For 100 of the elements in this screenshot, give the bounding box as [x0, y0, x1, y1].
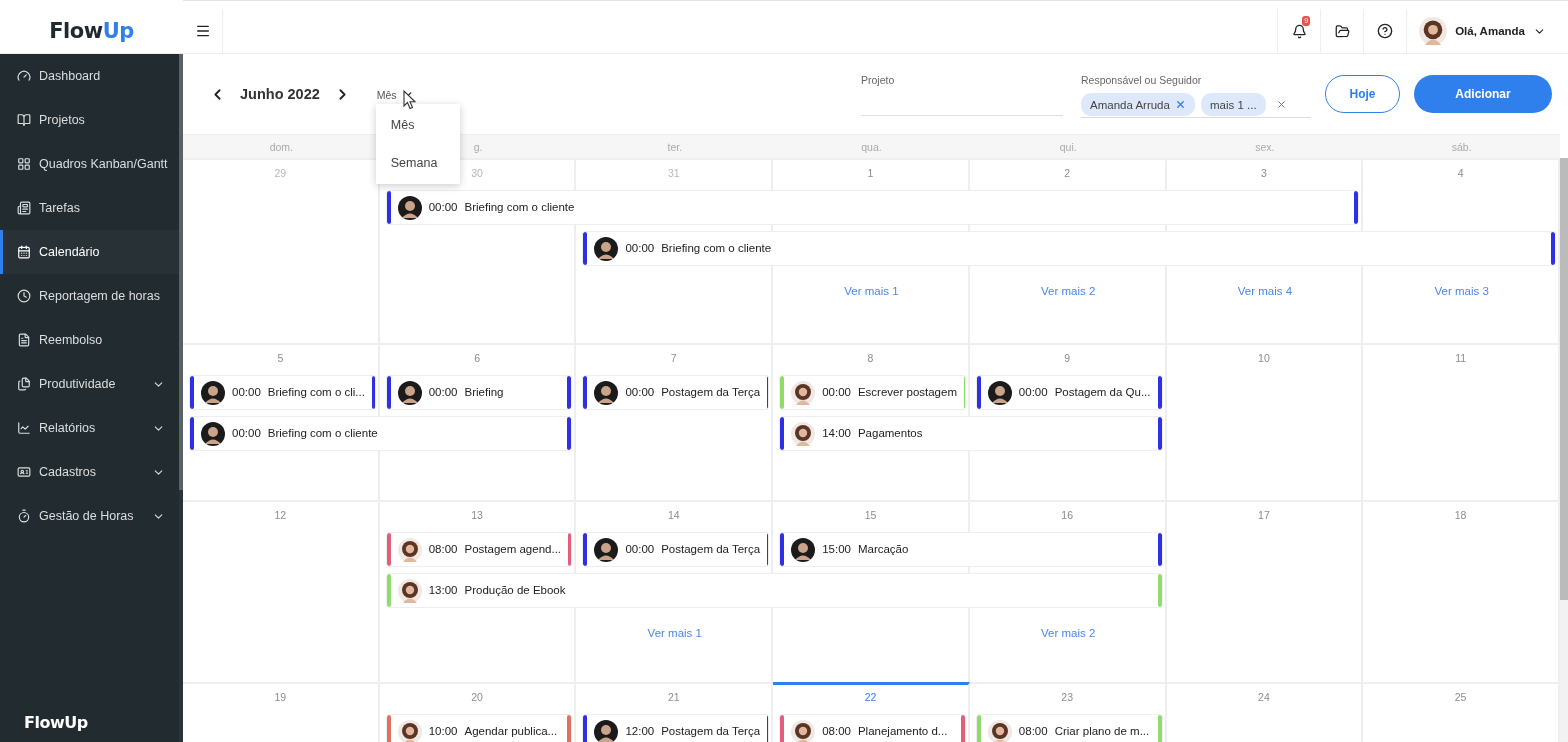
event-bar[interactable]: 00:00 Briefing com o cli... [189, 375, 376, 410]
event-time: 10:00 [428, 725, 458, 738]
day-number: 11 [1455, 352, 1467, 365]
nav-icon [17, 333, 31, 347]
nav-icon [17, 201, 31, 215]
day-number: 14 [667, 509, 680, 522]
event-bar[interactable]: 00:00 Briefing com o cliente [582, 231, 1556, 266]
sidebar-item[interactable]: Quadros Kanban/Gantt [0, 142, 179, 186]
color-strip [1354, 191, 1359, 224]
month-title: Junho 2022 [240, 86, 320, 102]
day-number: 29 [274, 167, 287, 180]
user-menu[interactable]: Olá, Amanda [1406, 8, 1568, 54]
sidebar-item[interactable]: Produtividade [0, 362, 179, 406]
day-number: 3 [1261, 167, 1267, 180]
day-cell[interactable]: 19 [183, 682, 380, 742]
day-number: 22 [864, 691, 877, 704]
nav-label: Cadastros [39, 465, 97, 479]
color-strip [1157, 417, 1162, 450]
nav-icon [17, 289, 31, 303]
logo: FlowUp [24, 713, 89, 732]
menu-icon[interactable] [194, 23, 211, 39]
nav-label: Gestão de Horas [39, 509, 135, 523]
filter-chip[interactable]: Amanda Arruda [1081, 93, 1195, 116]
event-bar[interactable]: 08:00 Postagem agend... [385, 532, 573, 567]
event-bar[interactable]: 00:00 Postagem da Qu... [975, 375, 1163, 410]
day-number: 15 [864, 509, 877, 522]
event-bar[interactable]: 12:00 Postagem da Terça [582, 714, 770, 742]
weekday-label: dom. [269, 140, 293, 153]
sidebar-item[interactable]: Reembolso [0, 318, 179, 362]
sidebar-item[interactable]: Relatórios [0, 406, 179, 450]
event-time: 00:00 [625, 543, 655, 556]
event-time: 00:00 [232, 427, 261, 440]
event-bar[interactable]: 00:00 Briefing com o cliente [189, 416, 573, 451]
event-bar[interactable]: 15:00 Marcação [779, 532, 1163, 567]
bell-icon[interactable] [1291, 23, 1307, 39]
nav-icon [17, 509, 31, 523]
see-more-link[interactable]: Ver mais 3 [1434, 285, 1489, 297]
event-bar[interactable]: 00:00 Escrever postagem [779, 375, 966, 410]
menu-item[interactable]: Mês [375, 106, 460, 144]
see-more-link[interactable]: Ver mais 1 [647, 627, 702, 639]
event-bar[interactable]: 00:00 Postagem da Terça [582, 375, 770, 410]
color-strip [567, 417, 572, 450]
day-cell[interactable]: 10 [1166, 343, 1364, 500]
nav-icon [17, 69, 31, 83]
event-title: Postagem agend... [464, 543, 562, 556]
field-label: Responsável ou Seguidor [1081, 74, 1203, 86]
event-time: 08:00 [822, 725, 851, 738]
nav-icon [17, 465, 31, 479]
event-title: Briefing com o cliente [267, 427, 378, 440]
event-bar[interactable]: 00:00 Briefing [385, 375, 573, 410]
sidebar-item[interactable]: Cadastros [0, 450, 179, 494]
event-bar[interactable]: 08:00 Planejamento d... [779, 714, 966, 742]
day-cell[interactable]: 12 [183, 500, 380, 682]
day-cell[interactable]: 17 [1166, 500, 1364, 682]
sidebar-item[interactable]: Tarefas [0, 186, 179, 230]
sidebar-item[interactable]: Projetos [0, 98, 179, 142]
add-button[interactable]: Adicionar [1414, 75, 1552, 113]
day-number: 4 [1457, 167, 1464, 180]
sidebar-item[interactable]: Reportagem de horas [0, 274, 179, 318]
nav-icon [17, 377, 31, 391]
clear-icon[interactable] [1275, 99, 1287, 110]
see-more-link[interactable]: Ver mais 2 [1041, 285, 1096, 297]
event-bar[interactable]: 14:00 Pagamentos [779, 416, 1163, 451]
event-title: Briefing com o cli... [267, 386, 365, 399]
today-button[interactable]: Hoje [1325, 75, 1400, 113]
event-title: Produção de Ebook [464, 584, 566, 597]
day-number: 7 [670, 352, 677, 365]
day-number: 13 [471, 509, 483, 522]
nav-label: Tarefas [39, 201, 81, 215]
day-number: 20 [471, 691, 483, 704]
event-title: Postagem da Qu... [1054, 386, 1151, 399]
see-more-link[interactable]: Ver mais 4 [1237, 285, 1293, 297]
event-bar[interactable]: 00:00 Postagem da Terça [582, 532, 770, 567]
weekday-label: sáb. [1451, 140, 1472, 153]
day-number: 23 [1061, 691, 1074, 704]
filter-chip[interactable]: mais 1 ... [1200, 93, 1266, 116]
sidebar-item[interactable]: Calendário [0, 230, 179, 274]
event-bar[interactable]: 10:00 Agendar publica... [385, 714, 573, 742]
event-bar[interactable]: 13:00 Produção de Ebook [385, 573, 1163, 608]
see-more-link[interactable]: Ver mais 2 [1041, 627, 1096, 639]
weekday-label: qua. [861, 140, 882, 153]
color-strip [371, 376, 375, 409]
sidebar-item[interactable]: Gestão de Horas [0, 494, 179, 538]
remove-icon[interactable] [1174, 99, 1186, 110]
see-more-link[interactable]: Ver mais 1 [844, 285, 899, 297]
event-time: 15:00 [822, 543, 851, 556]
sidebar-item[interactable]: Dashboard [0, 54, 179, 98]
event-title: Escrever postagem [857, 386, 957, 399]
day-number: 8 [867, 352, 874, 365]
scrollbar[interactable] [179, 54, 183, 742]
event-bar[interactable]: 08:00 Criar plano de m... [975, 714, 1163, 742]
color-strip [1157, 376, 1162, 409]
day-number: 6 [474, 352, 480, 365]
color-strip [960, 715, 965, 742]
nav-icon [17, 421, 31, 435]
event-bar[interactable]: 00:00 Briefing com o cliente [385, 190, 1360, 225]
help-icon[interactable] [1377, 23, 1394, 39]
folder-icon[interactable] [1334, 23, 1350, 39]
nav-label: Relatórios [39, 421, 97, 435]
day-cell[interactable]: 24 [1166, 682, 1364, 742]
